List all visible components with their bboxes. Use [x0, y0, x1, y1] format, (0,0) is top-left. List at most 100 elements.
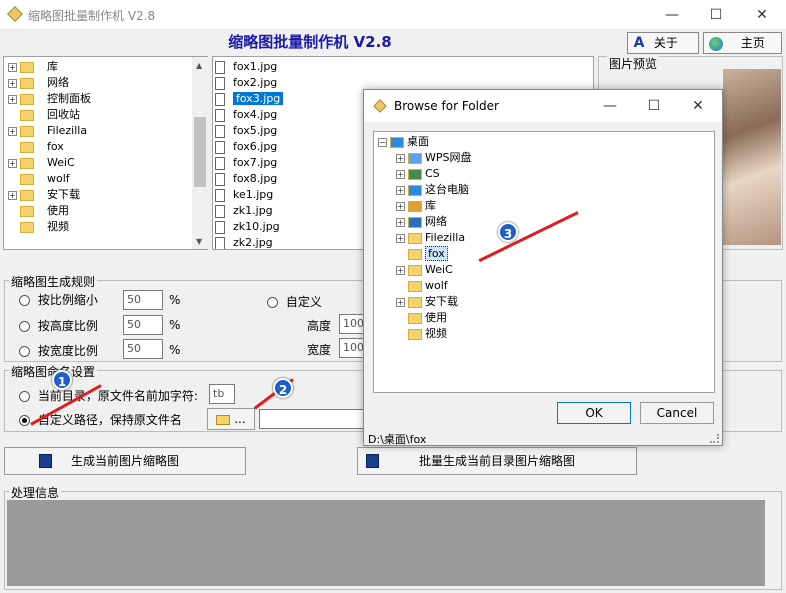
- height-ratio-input[interactable]: 50: [123, 315, 163, 335]
- dialog-folder-tree[interactable]: − 桌面 + WPS网盘 + CS + 这台电脑 + 库 + 网络 + Filezilla fox + WeiC…: [373, 131, 715, 393]
- expand-icon[interactable]: +: [8, 62, 17, 72]
- expand-icon[interactable]: +: [8, 158, 17, 168]
- dialog-tree-item[interactable]: − 桌面: [378, 134, 429, 150]
- expand-icon[interactable]: +: [396, 185, 405, 195]
- prefix-input[interactable]: tb: [209, 384, 235, 404]
- folder-tree-panel[interactable]: + 库 + 网络 + 控制面板 回收站 + Filezilla fox + WeiC wolf + 安下载使…: [3, 56, 208, 250]
- minimize-button[interactable]: —: [650, 0, 694, 30]
- file-icon: [215, 172, 225, 186]
- dialog-tree-item[interactable]: 视频: [396, 326, 447, 342]
- folder-tree-item[interactable]: 使用: [8, 203, 69, 219]
- expand-icon[interactable]: +: [396, 233, 405, 243]
- dialog-tree-label: 库: [425, 199, 436, 212]
- folder-tree-label: Filezilla: [47, 124, 88, 137]
- maximize-button[interactable]: ☐: [694, 0, 738, 30]
- file-name: fox7.jpg: [233, 156, 278, 169]
- radio-width[interactable]: [19, 346, 30, 357]
- folder-icon: [20, 109, 34, 121]
- folder-tree-item[interactable]: + 安下载: [8, 187, 80, 203]
- expand-icon[interactable]: +: [396, 265, 405, 275]
- dialog-tree-item[interactable]: + 安下载: [396, 294, 458, 310]
- folder-tree-item[interactable]: 回收站: [8, 107, 80, 123]
- folder-tree-label: 回收站: [47, 108, 80, 121]
- expand-icon[interactable]: +: [396, 201, 405, 211]
- rule-option-width[interactable]: 按宽度比例: [19, 342, 98, 359]
- dialog-tree-item[interactable]: + Filezilla: [396, 230, 465, 246]
- library-icon: [408, 200, 422, 212]
- folder-icon: [408, 328, 422, 340]
- folder-tree-item[interactable]: 视频: [8, 219, 69, 235]
- rule-option-height[interactable]: 按高度比例: [19, 317, 98, 334]
- folder-tree-item[interactable]: + 库: [8, 59, 58, 75]
- rule-option-scale[interactable]: 按比例缩小: [19, 291, 98, 308]
- rule-option-label: 按高度比例: [37, 319, 98, 333]
- width-ratio-input[interactable]: 50: [123, 339, 163, 359]
- app-icon: [7, 6, 23, 22]
- dialog-cancel-button[interactable]: Cancel: [640, 402, 714, 424]
- expand-icon[interactable]: +: [8, 190, 17, 200]
- browse-folder-button[interactable]: ...: [207, 408, 255, 430]
- dialog-ok-button[interactable]: OK: [557, 402, 631, 424]
- expand-icon[interactable]: +: [8, 94, 17, 104]
- folder-tree-item[interactable]: + 控制面板: [8, 91, 91, 107]
- expand-icon[interactable]: +: [396, 297, 405, 307]
- log-output[interactable]: [7, 500, 765, 586]
- scroll-down-icon[interactable]: ▼: [196, 237, 202, 246]
- scroll-up-icon[interactable]: ▲: [196, 61, 202, 70]
- about-button[interactable]: A 关于: [627, 32, 699, 54]
- log-scrollbar[interactable]: [767, 500, 781, 586]
- home-button[interactable]: 主页: [703, 32, 782, 54]
- folder-tree-item[interactable]: + 网络: [8, 75, 69, 91]
- resize-grip-icon[interactable]: [710, 434, 719, 443]
- expand-icon[interactable]: +: [396, 169, 405, 179]
- dialog-maximize-button[interactable]: ☐: [632, 91, 676, 121]
- percent-unit: %: [169, 343, 181, 357]
- radio-custom-path[interactable]: [19, 415, 30, 426]
- naming-option-prefix[interactable]: 当前目录，原文件名前加字符:: [19, 387, 198, 404]
- radio-height[interactable]: [19, 321, 30, 332]
- folder-tree-item[interactable]: wolf: [8, 171, 70, 187]
- batch-generate-button[interactable]: 批量生成当前目录图片缩略图: [357, 447, 637, 475]
- rule-option-custom[interactable]: 自定义: [267, 293, 322, 310]
- scroll-thumb[interactable]: [194, 117, 206, 187]
- monitor-icon: [390, 136, 404, 148]
- folder-icon: [20, 141, 34, 153]
- dialog-tree-item[interactable]: + 这台电脑: [396, 182, 469, 198]
- dialog-tree-item[interactable]: 使用: [396, 310, 447, 326]
- radio-scale[interactable]: [19, 295, 30, 306]
- folder-tree-item[interactable]: + WeiC: [8, 155, 75, 171]
- expand-icon[interactable]: −: [378, 137, 387, 147]
- dialog-tree-item[interactable]: + 库: [396, 198, 436, 214]
- dialog-minimize-button[interactable]: —: [588, 91, 632, 121]
- output-path-input[interactable]: [259, 409, 369, 429]
- folder-tree-item[interactable]: + Filezilla: [8, 123, 87, 139]
- expand-icon[interactable]: +: [396, 217, 405, 227]
- preview-image: [723, 69, 781, 245]
- expand-icon[interactable]: +: [396, 153, 405, 163]
- folder-tree-item[interactable]: fox: [8, 139, 64, 155]
- expand-icon[interactable]: +: [8, 78, 17, 88]
- dialog-tree-item[interactable]: wolf: [396, 278, 448, 294]
- annotation-badge-1: 1: [52, 370, 72, 390]
- naming-option-custom-path[interactable]: 自定义路径，保持原文件名: [19, 411, 182, 428]
- generate-current-button[interactable]: 生成当前图片缩略图: [4, 447, 246, 475]
- file-name: fox6.jpg: [233, 140, 278, 153]
- radio-custom[interactable]: [267, 297, 278, 308]
- close-button[interactable]: ✕: [740, 0, 784, 30]
- dialog-tree-item[interactable]: + 网络: [396, 214, 447, 230]
- dialog-tree-item[interactable]: + WPS网盘: [396, 150, 472, 166]
- radio-prefix[interactable]: [19, 391, 30, 402]
- dialog-tree-item[interactable]: + WeiC: [396, 262, 453, 278]
- scale-input[interactable]: 50: [123, 290, 163, 310]
- dialog-tree-label: WeiC: [425, 263, 453, 276]
- folder-tree-scrollbar[interactable]: ▲ ▼: [192, 57, 208, 249]
- folder-icon: [408, 312, 422, 324]
- rule-option-label: 按比例缩小: [37, 293, 98, 307]
- dialog-close-button[interactable]: ✕: [676, 91, 720, 121]
- user-icon: [408, 168, 422, 180]
- dialog-tree-item[interactable]: + CS: [396, 166, 440, 182]
- file-list-item[interactable]: fox1.jpg: [215, 59, 575, 75]
- expand-icon[interactable]: +: [8, 126, 17, 136]
- cloud-icon: [408, 152, 422, 164]
- dialog-tree-item[interactable]: fox: [396, 246, 448, 262]
